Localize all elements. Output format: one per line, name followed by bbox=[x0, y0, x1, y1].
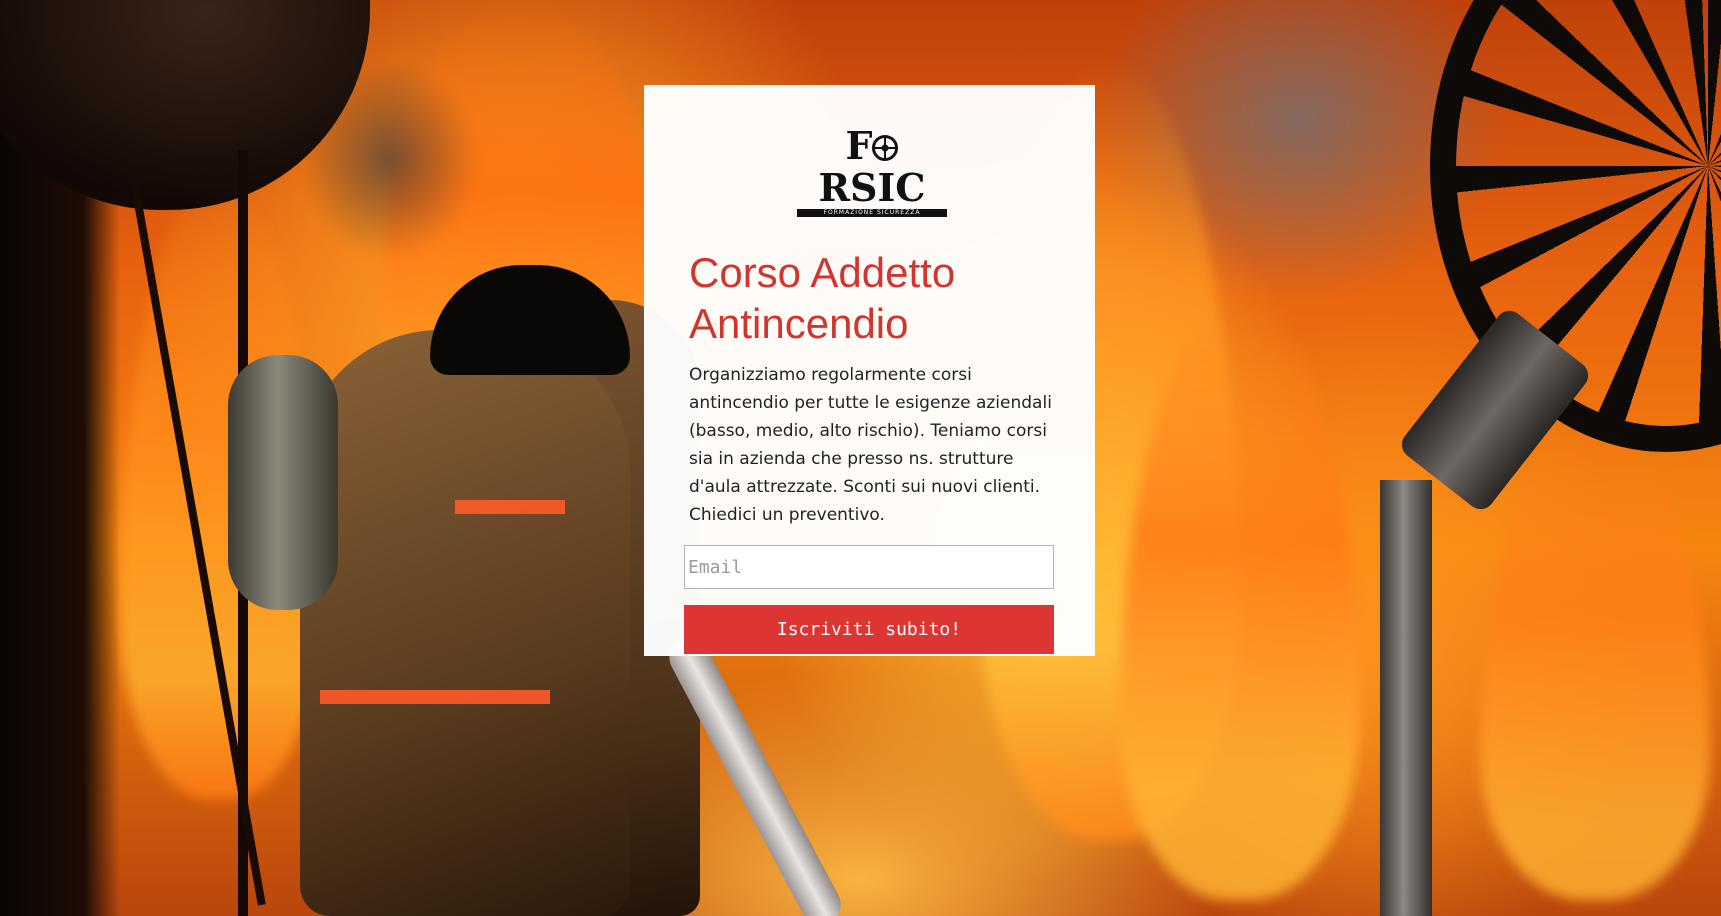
firefighter-front bbox=[300, 330, 630, 916]
reflective-stripe bbox=[455, 500, 565, 514]
reflective-stripe bbox=[320, 690, 550, 704]
flame bbox=[1480, 420, 1710, 900]
forsic-logo: FRSIC FORMAZIONE SICUREZZA bbox=[797, 125, 947, 217]
logo-subtitle: FORMAZIONE SICUREZZA bbox=[797, 209, 947, 217]
email-field[interactable] bbox=[684, 545, 1054, 589]
globe-icon bbox=[872, 135, 899, 161]
page-title: Corso Addetto Antincendio bbox=[689, 249, 956, 347]
logo-wordmark: FRSIC bbox=[818, 123, 926, 210]
subscribe-button[interactable]: Iscriviti subito! bbox=[684, 605, 1054, 654]
signup-card: FRSIC FORMAZIONE SICUREZZA Corso Addetto… bbox=[644, 85, 1095, 656]
pipe bbox=[1380, 480, 1432, 916]
air-tank bbox=[228, 355, 338, 610]
course-description: Organizziamo regolarmente corsi antincen… bbox=[689, 365, 1052, 525]
